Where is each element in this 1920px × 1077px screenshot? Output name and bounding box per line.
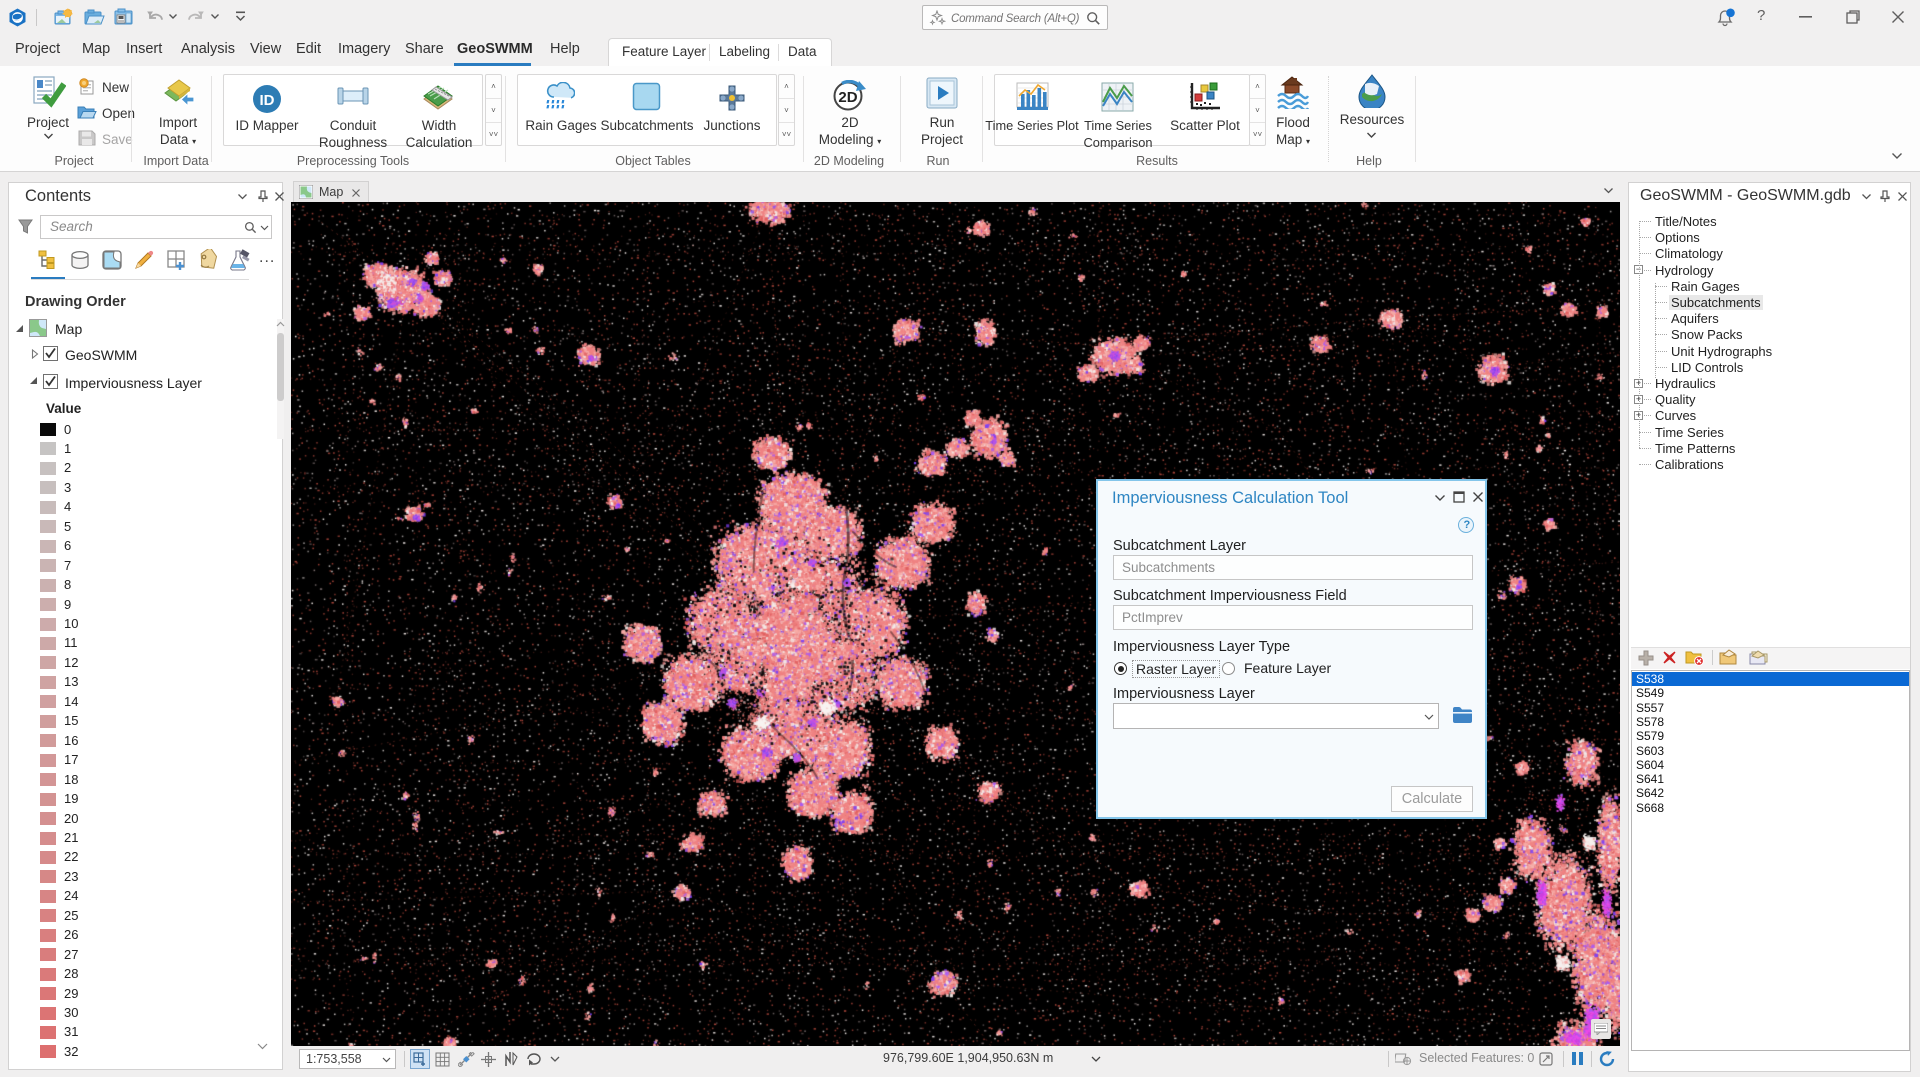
svg-text:ID: ID: [260, 92, 275, 109]
svg-text:2D: 2D: [838, 89, 857, 106]
